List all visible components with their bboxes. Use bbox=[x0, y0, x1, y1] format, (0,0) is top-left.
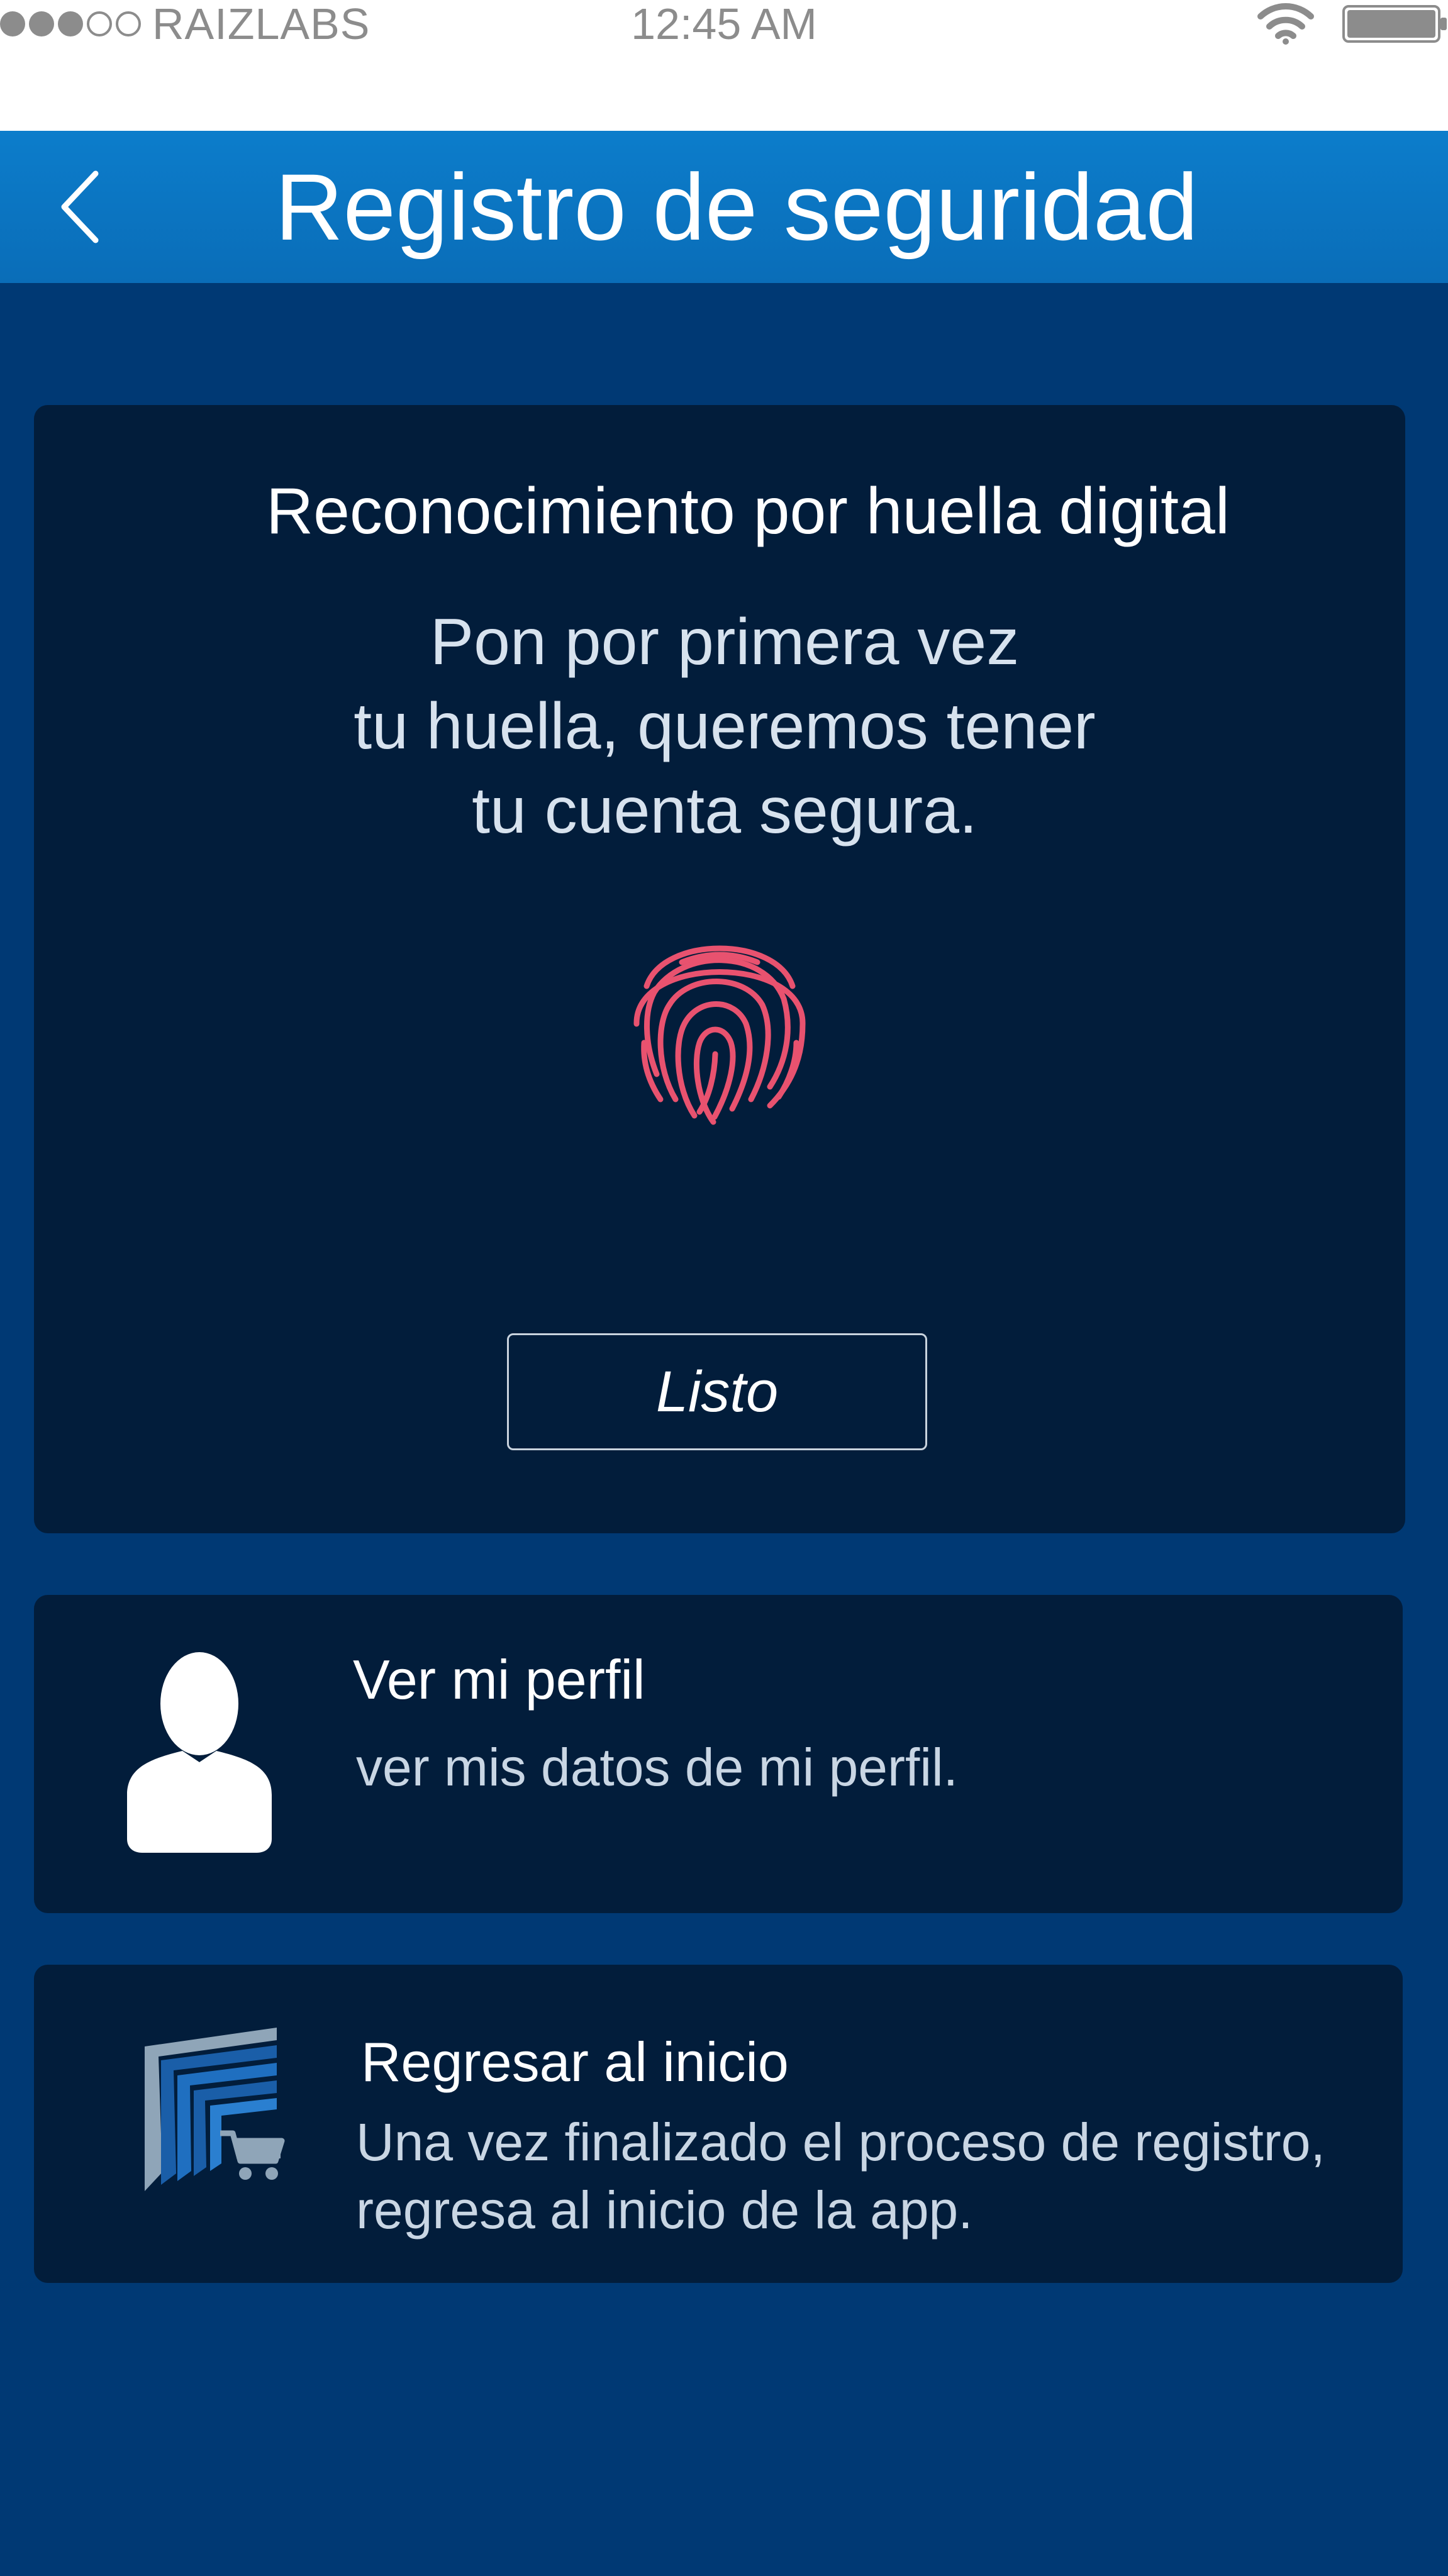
view-profile-card[interactable]: Ver mi perfil ver mis datos de mi perfil… bbox=[34, 1595, 1403, 1913]
page-title: Registro de seguridad bbox=[275, 154, 1198, 260]
back-button[interactable] bbox=[50, 166, 113, 248]
app-header: Registro de seguridad bbox=[0, 131, 1448, 283]
fingerprint-icon[interactable] bbox=[619, 917, 820, 1131]
back-to-home-title: Regresar al inicio bbox=[361, 2031, 789, 2093]
status-time: 12:45 AM bbox=[631, 0, 817, 48]
chevron-left-icon bbox=[61, 170, 99, 243]
back-to-home-description: Una vez finalizado el proceso de registr… bbox=[356, 2112, 1325, 2240]
battery-icon bbox=[1342, 5, 1447, 43]
user-icon bbox=[127, 1652, 272, 1853]
main-content: Reconocimiento por huella digital Pon po… bbox=[0, 283, 1448, 2576]
fingerprint-description: Pon por primera vez tu huella, queremos … bbox=[354, 606, 1096, 847]
back-to-home-card[interactable]: Regresar al inicio Una vez finalizado el… bbox=[34, 1965, 1403, 2283]
fingerprint-card: Reconocimiento por huella digital Pon po… bbox=[34, 405, 1405, 1533]
status-bar: RAIZLABS 12:45 AM bbox=[0, 0, 1448, 131]
view-profile-description: ver mis datos de mi perfil. bbox=[356, 1738, 958, 1797]
done-button[interactable]: Listo bbox=[507, 1333, 927, 1450]
wifi-icon bbox=[1257, 3, 1314, 45]
fingerprint-title: Reconocimiento por huella digital bbox=[265, 475, 1230, 548]
view-profile-title: Ver mi perfil bbox=[353, 1648, 645, 1711]
store-cart-icon bbox=[145, 2028, 285, 2191]
